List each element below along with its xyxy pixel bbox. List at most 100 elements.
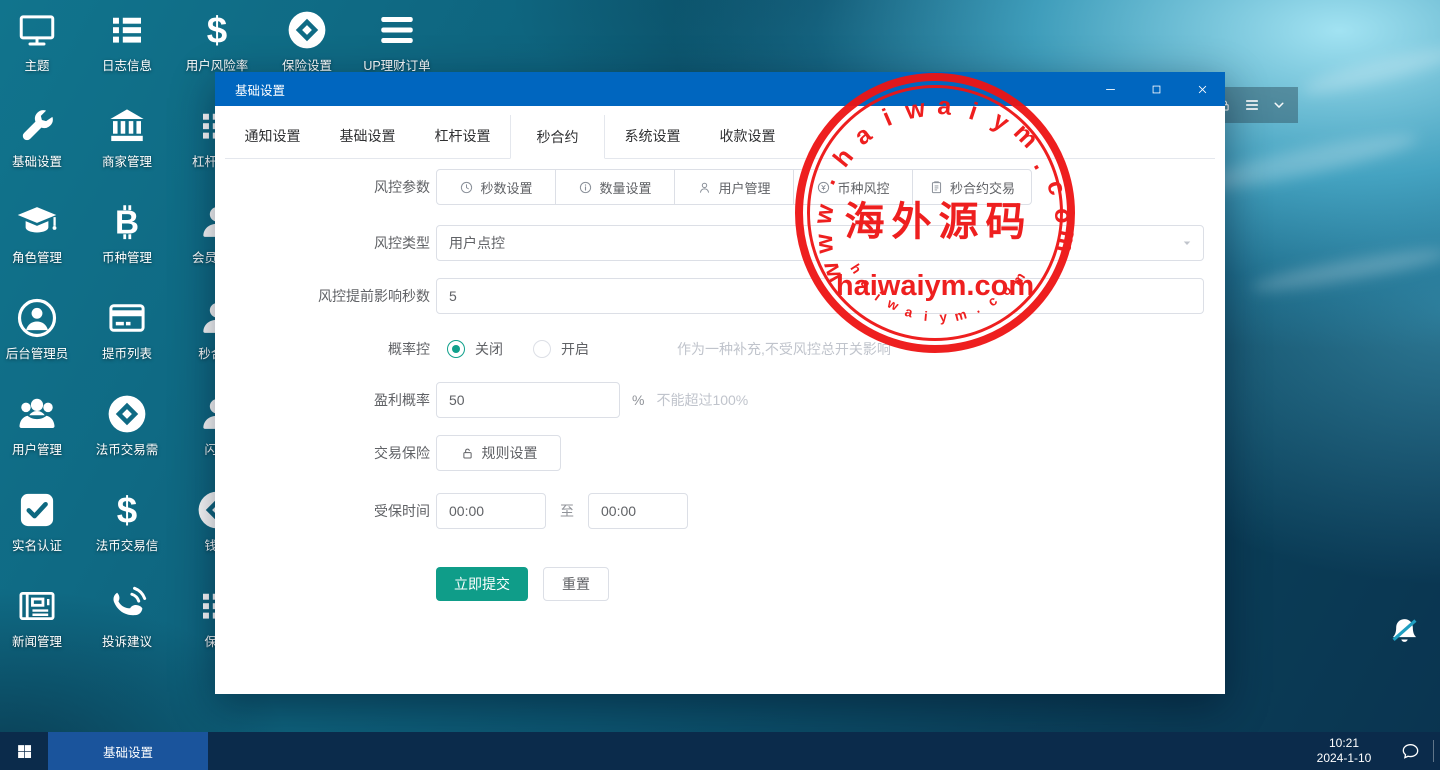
insured-time-end-input[interactable] [588, 493, 688, 529]
radio-dot-icon [533, 340, 551, 358]
desktop-icon[interactable]: 后台管理员 [0, 296, 81, 362]
reset-button[interactable]: 重置 [543, 567, 609, 601]
desktop-icon[interactable]: 法币交易需 [83, 392, 171, 458]
menu-icon[interactable] [1244, 97, 1260, 113]
clipboard-icon [929, 180, 944, 195]
clock-date: 2024-1-10 [1301, 751, 1387, 766]
time-separator: 至 [560, 501, 574, 521]
tab-5[interactable]: 收款设置 [700, 114, 795, 158]
tab-3[interactable]: 秒合约 [510, 115, 605, 159]
desktop-icon[interactable]: 保险设置 [263, 8, 351, 74]
bitcoin-icon: B [106, 200, 148, 244]
desktop-icon[interactable]: 实名认证 [0, 488, 81, 554]
desktop-icon[interactable]: $用户风险率 [173, 8, 261, 74]
desktop-icon[interactable]: 提币列表 [83, 296, 171, 362]
taskbar-tray: 10:21 2024-1-10 [1301, 732, 1440, 770]
risk-param-button[interactable]: 数量设置 [555, 169, 675, 205]
probability-control-row: 概率控 关闭 开启 作为一种补充,不受风控总开关影响 [215, 339, 1225, 359]
field-label: 概率控 [215, 339, 430, 359]
chevron-down-icon[interactable] [1272, 98, 1286, 112]
risk-param-button-group: 秒数设置 数量设置用户管理 币种风控 秒合约交易 [436, 169, 1032, 205]
desktop-icon[interactable]: 日志信息 [83, 8, 171, 74]
desktop-icon[interactable]: 投诉建议 [83, 584, 171, 650]
tab-0[interactable]: 通知设置 [225, 114, 320, 158]
dollar-icon: $ [106, 488, 148, 532]
taskbar-active-task[interactable]: 基础设置 [48, 732, 208, 770]
desktop-icon[interactable]: 主题 [0, 8, 81, 74]
close-icon [1195, 82, 1210, 97]
wave-foam [1250, 243, 1440, 297]
radio-label: 关闭 [475, 339, 503, 359]
percent-unit: % [632, 392, 644, 408]
desktop-icon[interactable]: $ 法币交易信 [83, 488, 171, 554]
submit-button[interactable]: 立即提交 [436, 567, 528, 601]
desktop-icon[interactable]: 用户管理 [0, 392, 81, 458]
desktop-icon-label: 投诉建议 [83, 631, 171, 650]
desktop-icon[interactable]: 新闻管理 [0, 584, 81, 650]
bank-icon [106, 104, 148, 148]
windows-icon [16, 743, 33, 760]
dollar-icon: $ [196, 8, 238, 52]
start-button[interactable] [0, 732, 48, 770]
radio-dot-icon [447, 340, 465, 358]
risk-param-button[interactable]: 秒合约交易 [912, 169, 1032, 205]
info-icon [578, 180, 593, 195]
insured-time-start-input[interactable] [436, 493, 546, 529]
profit-probability-input[interactable] [436, 382, 620, 418]
clock-time: 10:21 [1301, 736, 1387, 751]
settings-form: 风控参数 秒数设置数量设置用户管理币种风控秒合约交易 风控类型 用户点控 风控提… [215, 159, 1225, 601]
field-label: 受保时间 [215, 501, 430, 521]
speech-bubble-icon [1400, 741, 1421, 762]
settings-window: 基础设置 通知设置基础设置杠杆设置秒合约系统设置收款设置 风控参数 秒数设置数量… [215, 72, 1225, 694]
risk-param-button[interactable]: 秒数设置 [436, 169, 556, 205]
bell-muted-icon[interactable] [1387, 615, 1422, 650]
rule-settings-button[interactable]: 规则设置 [436, 435, 561, 471]
desktop-icon[interactable]: 基础设置 [0, 104, 81, 170]
phone-icon [106, 584, 148, 628]
desktop-icon[interactable]: 商家管理 [83, 104, 171, 170]
profit-hint: 不能超过100% [656, 390, 748, 410]
window-title: 基础设置 [215, 80, 285, 99]
desktop-icon-label: 实名认证 [0, 535, 81, 554]
risk-advance-seconds-input[interactable] [436, 278, 1204, 314]
clock-icon [459, 180, 474, 195]
insured-time-row: 受保时间 至 [215, 493, 1225, 529]
minimize-button[interactable] [1087, 72, 1133, 106]
button-label: 币种风控 [837, 178, 889, 197]
button-label: 秒数设置 [480, 178, 532, 197]
maximize-icon [1149, 82, 1164, 97]
desktop-icon-label: 用户管理 [0, 439, 81, 458]
desktop-icon-label: 后台管理员 [0, 343, 81, 362]
desktop-icon-label: 法币交易信 [83, 535, 171, 554]
tab-1[interactable]: 基础设置 [320, 114, 415, 158]
field-label: 风控提前影响秒数 [215, 286, 430, 306]
desktop-icon[interactable]: B币种管理 [83, 200, 171, 266]
chat-button[interactable] [1387, 732, 1433, 770]
tab-2[interactable]: 杠杆设置 [415, 114, 510, 158]
desktop-icon[interactable]: 角色管理 [0, 200, 81, 266]
window-titlebar[interactable]: 基础设置 [215, 72, 1225, 106]
taskbar-clock[interactable]: 10:21 2024-1-10 [1301, 736, 1387, 766]
tab-4[interactable]: 系统设置 [605, 114, 700, 158]
risk-param-button[interactable]: 用户管理 [674, 169, 794, 205]
person-circle-icon [16, 296, 58, 340]
desktop-icon-label: 基础设置 [0, 151, 81, 170]
button-label: 秒合约交易 [950, 178, 1015, 197]
desktop-icon[interactable]: UP理财订单 [353, 8, 441, 74]
circle-diamond-icon [286, 8, 328, 52]
list-icon [106, 8, 148, 52]
desktop-icon-label: 商家管理 [83, 151, 171, 170]
select-value: 用户点控 [449, 233, 505, 253]
risk-type-select[interactable]: 用户点控 [436, 225, 1204, 261]
svg-text:B: B [115, 204, 139, 241]
close-button[interactable] [1179, 72, 1225, 106]
radio-closed[interactable]: 关闭 [447, 339, 503, 359]
radio-open[interactable]: 开启 [533, 339, 589, 359]
check-square-icon [16, 488, 58, 532]
maximize-button[interactable] [1133, 72, 1179, 106]
show-desktop-divider[interactable] [1433, 740, 1434, 762]
risk-param-button[interactable]: 币种风控 [793, 169, 913, 205]
card-icon [106, 296, 148, 340]
caret-down-icon [1181, 237, 1193, 249]
risk-type-row: 风控类型 用户点控 [215, 225, 1225, 261]
